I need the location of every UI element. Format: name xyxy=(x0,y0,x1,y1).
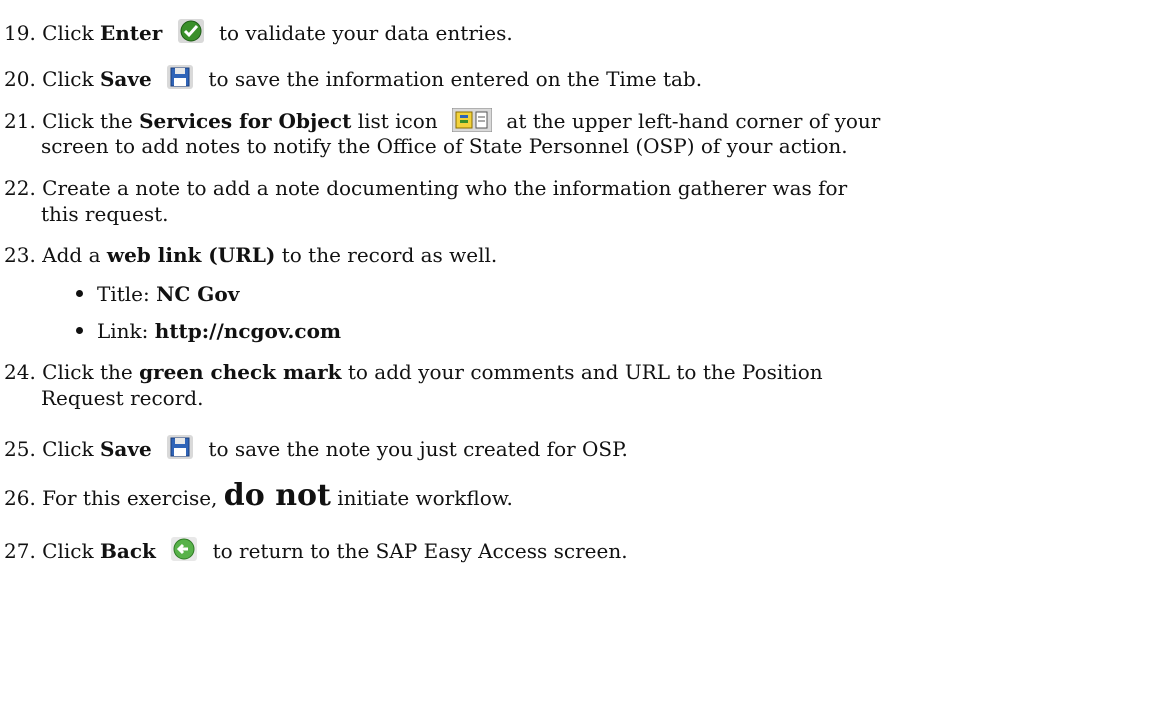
step-text: screen to add notes to notify the Office… xyxy=(41,134,848,158)
bullet-dot xyxy=(76,327,83,334)
save-floppy-icon xyxy=(166,64,194,95)
bullet-value: NC Gov xyxy=(156,282,240,306)
step-text: Click xyxy=(42,437,100,461)
step-26: 26. For this exercise, do not initiate w… xyxy=(4,481,513,511)
step-text: to add your comments and URL to the Posi… xyxy=(341,360,823,384)
step-text: to save the note you just created for OS… xyxy=(202,437,628,461)
step-number: 23. xyxy=(4,243,36,267)
step-bold-term: Enter xyxy=(99,21,163,45)
step-25: 25. Click Save to save the note you just… xyxy=(4,434,628,465)
bullet-link: Link: http://ncgov.com xyxy=(97,319,341,343)
step-22-continued: this request. xyxy=(41,202,169,226)
step-text: Request record. xyxy=(41,386,204,410)
step-bold-term: green check mark xyxy=(139,360,342,384)
step-21-continued: screen to add notes to notify the Office… xyxy=(41,134,848,158)
bullet-dot xyxy=(76,290,83,297)
step-24-continued: Request record. xyxy=(41,386,203,410)
step-text: at the upper left-hand corner of your xyxy=(500,109,881,133)
step-text: to validate your data entries. xyxy=(212,21,513,45)
step-number: 19. xyxy=(4,21,36,45)
step-bold-term: web link (URL) xyxy=(106,243,276,267)
step-27: 27. Click Back to return to the SAP Easy… xyxy=(4,536,628,567)
step-number: 27. xyxy=(4,539,36,563)
step-text: Click xyxy=(42,21,100,45)
enter-check-icon xyxy=(177,18,205,49)
step-24: 24. Click the green check mark to add yo… xyxy=(4,360,823,384)
step-bold-term: Services for Object xyxy=(139,109,352,133)
step-text: Add a xyxy=(42,243,107,267)
step-text: to the record as well. xyxy=(275,243,498,267)
step-text: Click xyxy=(42,539,100,563)
step-text: Click xyxy=(42,67,100,91)
step-bold-term: Save xyxy=(99,437,152,461)
step-text: Create a note to add a note documenting … xyxy=(42,176,848,200)
step-19: 19. Click Enter to validate your data en… xyxy=(4,18,513,49)
step-number: 25. xyxy=(4,437,36,461)
step-number: 24. xyxy=(4,360,36,384)
step-number: 20. xyxy=(4,67,36,91)
bullet-value: http://ncgov.com xyxy=(154,319,342,343)
step-emphasis: do not xyxy=(223,478,331,513)
step-text: list icon xyxy=(351,109,438,133)
step-text: this request. xyxy=(41,202,169,226)
step-23: 23. Add a web link (URL) to the record a… xyxy=(4,243,497,267)
services-for-object-icon xyxy=(451,107,493,137)
back-arrow-icon xyxy=(170,536,198,567)
step-22: 22. Create a note to add a note document… xyxy=(4,176,847,200)
bullet-title: Title: NC Gov xyxy=(97,282,239,306)
step-20: 20. Click Save to save the information e… xyxy=(4,64,702,95)
step-text: to save the information entered on the T… xyxy=(202,67,703,91)
step-number: 26. xyxy=(4,486,36,510)
save-floppy-icon xyxy=(166,434,194,465)
step-bold-term: Save xyxy=(99,67,152,91)
step-text: Click the xyxy=(42,360,140,384)
bullet-label: Link: xyxy=(97,319,155,343)
step-text: For this exercise, xyxy=(42,486,224,510)
step-text: to return to the SAP Easy Access screen. xyxy=(206,539,628,563)
step-text: initiate workflow. xyxy=(330,486,513,510)
step-21: 21. Click the Services for Object list i… xyxy=(4,107,881,137)
step-bold-term: Back xyxy=(99,539,156,563)
bullet-label: Title: xyxy=(97,282,157,306)
step-number: 22. xyxy=(4,176,36,200)
step-number: 21. xyxy=(4,109,36,133)
step-text: Click the xyxy=(42,109,140,133)
